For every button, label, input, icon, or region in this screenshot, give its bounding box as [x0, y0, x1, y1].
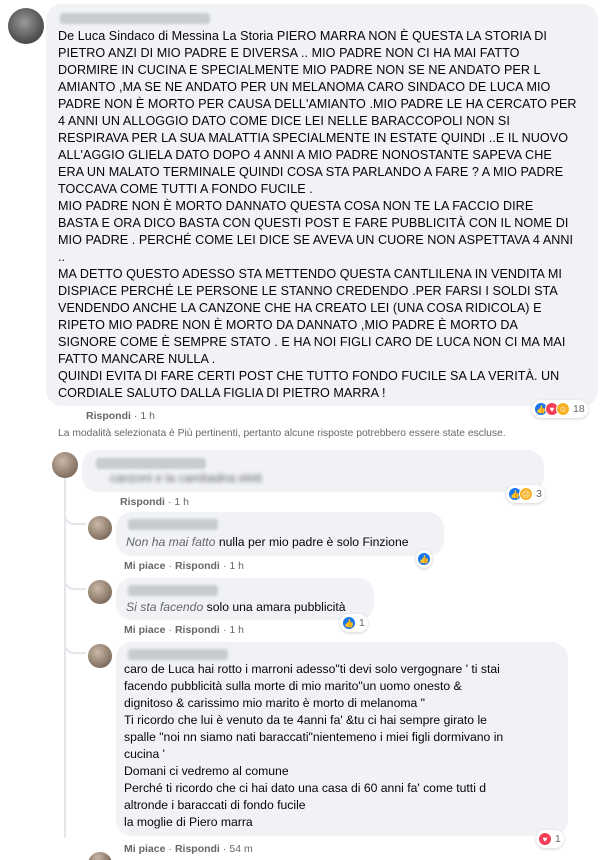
reply3-text: Si sta facendo solo una amara pubblicità [126, 599, 346, 616]
timestamp[interactable]: 1 h [229, 624, 244, 636]
main-comment-text: De Luca Sindaco di Messina La Storia PIE… [58, 28, 594, 402]
reply4-avatar[interactable] [88, 644, 112, 668]
main-comment-bubble: De Luca Sindaco di Messina La Storia PIE… [46, 4, 598, 406]
filter-notice: La modalità selezionata è Più pertinenti… [58, 428, 506, 439]
reply2-actions: Mi piace · Rispondi · 1 h [124, 560, 244, 572]
reply2-avatar[interactable] [88, 516, 112, 540]
reply4-bubble: caro de Luca hai rotto i marroni adesso"… [116, 642, 568, 836]
reaction-count: 18 [573, 403, 585, 415]
reply2-bubble: Non ha mai fatto nulla per mio padre è s… [116, 512, 444, 556]
main-comment-line: RESPIRAVA PER LA SUA MALATTIA SPECIALMEN… [58, 131, 569, 145]
main-comment-actions: Rispondi · 1 h [86, 410, 156, 422]
main-comment-line: PIETRO ANZI DI MIO PADRE E DIVERSA .. MI… [58, 46, 520, 60]
reply4-actions: Mi piace · Rispondi · 54 m [124, 843, 253, 855]
reply2-reactions[interactable]: 👍 [416, 550, 432, 568]
main-comment-line: De Luca Sindaco di Messina La Storia PIE… [58, 29, 547, 43]
reply3-actions: Mi piace · Rispondi · 1 h [124, 624, 244, 636]
reply-link[interactable]: Rispondi [86, 410, 131, 422]
thread-connector [64, 570, 86, 590]
reply2-text-lead: Non ha mai fatto [126, 535, 216, 549]
reply-link[interactable]: Rispondi [120, 496, 165, 508]
reply4-line: Ti ricordo che lui è venuto da te 4anni … [124, 713, 487, 727]
reply4-line: Perché ti ricordo che ci hai dato una ca… [124, 781, 487, 795]
reply4-line: caro de Luca hai rotto i marroni adesso"… [124, 662, 500, 676]
main-comment-line: SIGNORE COME È SEMPRE STATO . E HA NOI F… [58, 335, 566, 349]
timestamp[interactable]: 1 h [140, 410, 155, 422]
reply3-text-body: solo una amara pubblicità [203, 600, 346, 614]
main-comment-line: RIPETO MIO PADRE NON È MORTO DA DANNATO … [58, 318, 518, 332]
main-comment-line: PADRE NON È MORTO PER CAUSA DELL'AMIANTO… [58, 97, 577, 111]
reply1-actions: Rispondi · 1 h [120, 496, 190, 508]
reply4-line: cucina ' [124, 747, 165, 761]
reply1-text: canzoni e la cambadna elett [110, 471, 262, 485]
main-comment-line: FATTO MANCARE NULLA . [58, 352, 216, 366]
main-comment-line: ALL'AGGIO GLIELA DATO DOPO 4 ANNI A MIO … [58, 148, 552, 162]
timestamp[interactable]: 54 m [229, 843, 252, 855]
like-link[interactable]: Mi piace [124, 624, 165, 636]
reaction-count: 1 [359, 617, 365, 629]
timestamp[interactable]: 1 h [174, 496, 189, 508]
like-link[interactable]: Mi piace [124, 843, 165, 855]
reply3-bubble: Si sta facendo solo una amara pubblicità [116, 578, 374, 620]
reply4-line: altronde i baraccati di fondo fucile [124, 798, 306, 812]
reply-link[interactable]: Rispondi [175, 843, 220, 855]
reply4-text: caro de Luca hai rotto i marroni adesso"… [124, 661, 564, 831]
main-comment-line: DISPIACE PERCHÉ LE PERSONE LE STANNO CRE… [58, 284, 558, 298]
reply2-text: Non ha mai fatto nulla per mio padre è s… [126, 534, 409, 551]
haha-icon: ☺ [556, 402, 570, 416]
main-commenter-avatar[interactable] [8, 8, 44, 44]
main-comment-line: MIO PADRE NON È MORTO DANNATO QUESTA COS… [58, 199, 534, 213]
reply4-line: facendo pubblicità sulla morte di mio ma… [124, 679, 462, 693]
main-comment-line: CORDIALE SALUTO DALLA FIGLIA DI PIETRO M… [58, 386, 386, 400]
main-comment-line: VENDENDO ANCHE LA CANZONE CHE HA CREATO … [58, 301, 542, 315]
sad-icon: ☹ [519, 487, 533, 501]
main-comment-line: TOCCAVA COME TUTTI A FONDO FUCILE . [58, 182, 313, 196]
main-comment-line: DORMIRE IN CUCINA E SPECIALMENTE MIO PAD… [58, 63, 541, 77]
author-name-redacted[interactable] [128, 649, 228, 660]
main-comment-line: AMIANTO ,MA SE NE ANDATO PER UN MELANOMA… [58, 80, 551, 94]
thread-connector [64, 505, 86, 525]
timestamp[interactable]: 1 h [229, 560, 244, 572]
reply3-reactions[interactable]: 👍 1 [340, 614, 368, 632]
reply1-avatar[interactable] [52, 452, 78, 478]
main-comment-line: MA DETTO QUESTO ADESSO STA METTENDO QUES… [58, 267, 562, 281]
reaction-count: 3 [536, 488, 542, 500]
like-link[interactable]: Mi piace [124, 560, 165, 572]
author-name-redacted[interactable] [60, 13, 210, 24]
reply2-text-body: nulla per mio padre è solo Finzione [215, 535, 409, 549]
main-comment-line: MIO PADRE . PERCHÉ COME LEI DICE SE AVEV… [58, 233, 574, 247]
main-comment-line: BASTA E ORA DICO BASTA CON QUESTI POST E… [58, 216, 569, 230]
author-name-redacted[interactable] [96, 458, 206, 469]
next-reply-avatar[interactable] [88, 852, 112, 860]
love-icon: ♥ [538, 832, 552, 846]
reply1-reactions[interactable]: 👍 ☹ 3 [506, 485, 545, 503]
thread-connector [64, 634, 86, 654]
reply4-line: Domani ci vedremo al comune [124, 764, 289, 778]
like-icon: 👍 [417, 552, 431, 566]
reply4-line: dignitoso & carissimo mio marito è morto… [124, 696, 425, 710]
reply4-reactions[interactable]: ♥ 1 [536, 830, 564, 848]
author-name-redacted[interactable] [128, 519, 218, 530]
main-comment-line: 4 ANNI UN ALLOGGIO DATO COME DICE LEI NE… [58, 114, 510, 128]
reply3-avatar[interactable] [88, 580, 112, 604]
main-comment-line: ERA UN MALATO TERMINALE QUINDI COSA STA … [58, 165, 564, 179]
thread-line [64, 478, 66, 838]
reply4-line: spalle "noi nn siamo nati baraccati"nien… [124, 730, 504, 744]
main-reactions[interactable]: 👍 ♥ ☺ 18 [532, 400, 588, 418]
reaction-count: 1 [555, 833, 561, 845]
reply-link[interactable]: Rispondi [175, 560, 220, 572]
main-comment-line: .. [58, 250, 66, 264]
reply1-bubble: canzoni e la cambadna elett [82, 450, 544, 492]
like-icon: 👍 [342, 616, 356, 630]
reply3-text-lead: Si sta facendo [126, 600, 204, 614]
main-comment-line: QUINDI EVITA DI FARE CERTI POST CHE TUTT… [58, 369, 560, 383]
reply-link[interactable]: Rispondi [175, 624, 220, 636]
author-name-redacted[interactable] [128, 585, 218, 596]
reply4-line: la moglie di Piero marra [124, 815, 253, 829]
